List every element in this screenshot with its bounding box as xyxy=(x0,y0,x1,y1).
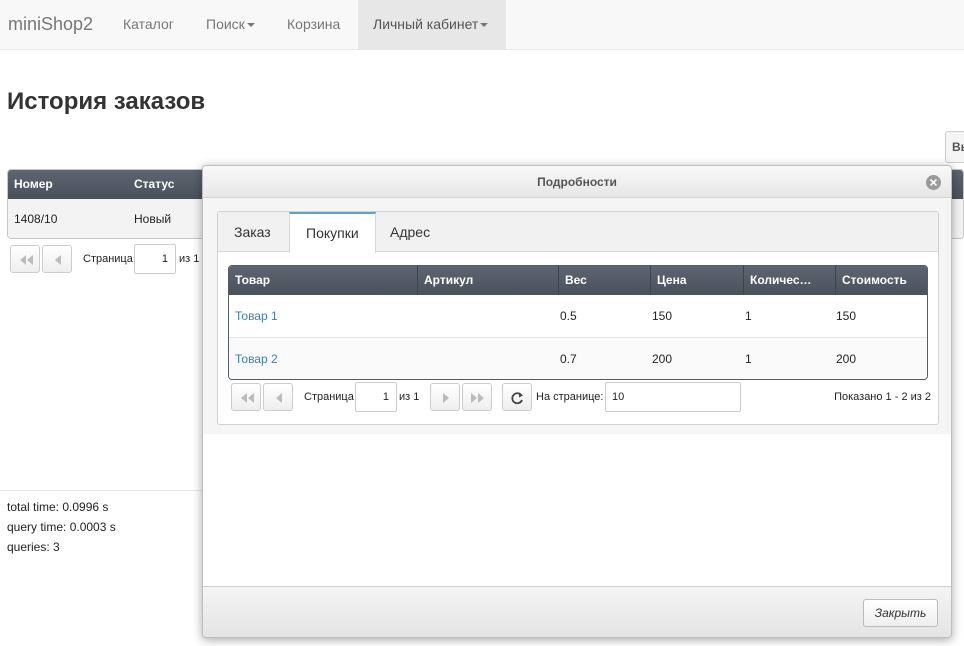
column-header-cost[interactable]: Стоимость xyxy=(835,266,927,295)
product-cost: 150 xyxy=(836,309,857,323)
nav-item-label: Каталог xyxy=(123,16,174,32)
nav-item-catalog[interactable]: Каталог xyxy=(108,0,189,49)
chevron-left-icon xyxy=(276,393,282,403)
column-header-product[interactable]: Товар xyxy=(229,266,417,295)
modal-title: Подробности xyxy=(537,175,617,189)
table-row[interactable]: Товар 1 0.5 150 1 150 xyxy=(229,295,927,338)
double-chevron-left-icon xyxy=(241,393,254,403)
debug-query-time: query time: 0.0003 s xyxy=(7,520,116,534)
debug-queries: queries: 3 xyxy=(7,540,60,554)
per-page-label: На странице: xyxy=(536,391,604,403)
per-page-input[interactable]: 10 xyxy=(605,382,741,412)
first-page-button[interactable] xyxy=(10,245,40,273)
nav-item-account[interactable]: Личный кабинет xyxy=(358,0,506,49)
column-header-count[interactable]: Количес… xyxy=(743,266,835,295)
product-weight: 0.5 xyxy=(560,309,577,323)
refresh-button[interactable] xyxy=(502,383,532,411)
order-number: 1408/10 xyxy=(14,212,58,226)
column-header-weight[interactable]: Вес xyxy=(558,266,650,295)
next-page-button[interactable] xyxy=(430,383,460,411)
navbar: miniShop2 Каталог Поиск Корзина Личный к… xyxy=(0,0,964,50)
grid-header: Товар Артикул Вес Цена Количес… Стоимост… xyxy=(229,266,927,295)
nav-item-label: Личный кабинет xyxy=(373,16,479,32)
page-count-label: из 1 xyxy=(179,253,200,265)
tab-order[interactable]: Заказ xyxy=(218,212,287,252)
product-name-cell: Товар 2 xyxy=(229,338,278,379)
nav-item-label: Корзина xyxy=(287,16,341,32)
page-label: Страница xyxy=(304,391,354,403)
tab-address[interactable]: Адрес xyxy=(374,212,446,252)
chevron-down-icon xyxy=(246,23,255,28)
table-row[interactable]: Товар 2 0.7 200 1 200 xyxy=(229,338,927,379)
brand[interactable]: miniShop2 xyxy=(8,14,93,35)
chevron-right-icon xyxy=(443,393,449,403)
modal-footer: Закрыть xyxy=(203,586,951,637)
first-page-button[interactable] xyxy=(231,383,261,411)
column-header-status[interactable]: Статус xyxy=(134,170,174,199)
tab-purchases[interactable]: Покупки xyxy=(289,212,376,253)
order-status: Новый xyxy=(134,212,172,226)
shown-count: Показано 1 - 2 из 2 xyxy=(834,391,931,403)
product-price: 200 xyxy=(652,352,673,366)
close-x-icon xyxy=(930,179,937,186)
nav-item-search[interactable]: Поиск xyxy=(191,0,270,49)
product-cost: 200 xyxy=(836,352,857,366)
page-label: Страница xyxy=(83,253,133,265)
product-count: 1 xyxy=(745,309,752,323)
prev-page-button[interactable] xyxy=(263,383,293,411)
chevron-left-icon xyxy=(55,255,61,265)
double-chevron-right-icon xyxy=(471,393,484,403)
tab-bar: Заказ Покупки Адрес xyxy=(218,212,938,253)
chevron-down-icon xyxy=(480,23,489,28)
page-input[interactable]: 1 xyxy=(355,382,397,412)
column-header-price[interactable]: Цена xyxy=(650,266,743,295)
product-name-cell: Товар 1 xyxy=(229,295,278,338)
refresh-icon xyxy=(511,392,523,405)
product-weight: 0.7 xyxy=(560,352,577,366)
close-button[interactable]: Закрыть xyxy=(863,599,938,627)
close-icon[interactable] xyxy=(926,175,941,190)
orders-pager: Страница 1 из 1 xyxy=(10,244,205,274)
modal-body: Заказ Покупки Адрес Товар Артикул Вес Це… xyxy=(203,198,951,434)
column-header-number[interactable]: Номер xyxy=(14,170,53,199)
page-title: История заказов xyxy=(7,88,206,115)
product-link[interactable]: Товар 1 xyxy=(235,309,278,323)
nav-item-cart[interactable]: Корзина xyxy=(272,0,355,49)
modal-header[interactable]: Подробности xyxy=(203,166,951,198)
products-pager: Страница 1 из 1 На странице: 10 Показано… xyxy=(231,382,931,412)
product-count: 1 xyxy=(745,352,752,366)
column-header-article[interactable]: Артикул xyxy=(417,266,558,295)
details-modal: Подробности Заказ Покупки Адрес Товар Ар… xyxy=(202,165,952,638)
logout-button[interactable]: Вь xyxy=(945,131,964,163)
divider xyxy=(0,490,205,491)
page-count-label: из 1 xyxy=(399,391,420,403)
debug-total-time: total time: 0.0996 s xyxy=(7,500,109,514)
products-grid: Товар Артикул Вес Цена Количес… Стоимост… xyxy=(228,265,928,380)
product-price: 150 xyxy=(652,309,673,323)
product-link[interactable]: Товар 2 xyxy=(235,352,278,366)
prev-page-button[interactable] xyxy=(42,245,72,273)
page-input[interactable]: 1 xyxy=(134,244,176,274)
nav-item-label: Поиск xyxy=(206,16,245,32)
last-page-button[interactable] xyxy=(462,383,492,411)
tab-panel: Заказ Покупки Адрес Товар Артикул Вес Це… xyxy=(217,211,939,425)
double-chevron-left-icon xyxy=(20,255,33,265)
